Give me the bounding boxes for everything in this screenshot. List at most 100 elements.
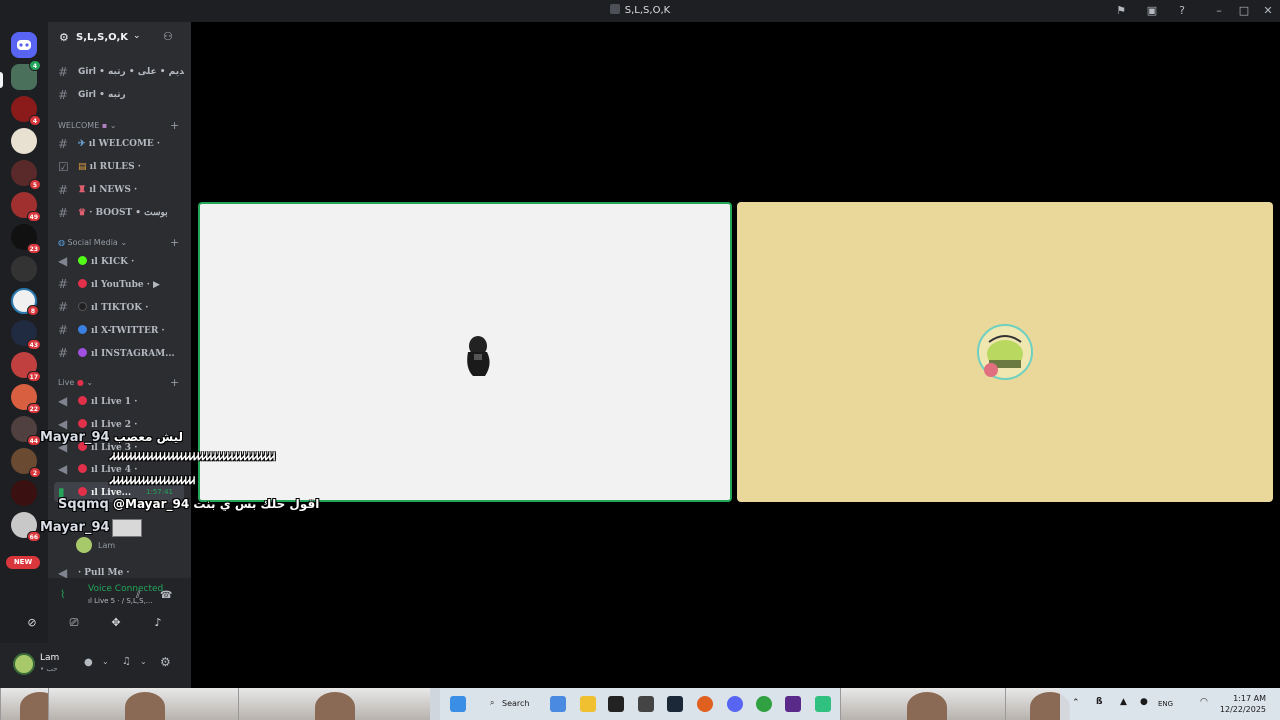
soundboard-icon[interactable]: ♪ bbox=[144, 616, 172, 636]
hash-icon: # bbox=[58, 323, 69, 337]
windows-start-icon[interactable] bbox=[450, 696, 466, 712]
app-icon[interactable] bbox=[638, 696, 654, 712]
headphones-icon[interactable]: ♫ bbox=[122, 656, 131, 667]
server-icon-4[interactable]: 5 bbox=[11, 160, 41, 190]
add-user-icon[interactable]: ⚇ bbox=[163, 30, 173, 43]
overlay-spam-2: ᏗᏗᏗᏗᏗᏗᏗᏗᏗᏗᏗᏗᏗᏗᏗᏗᏗᏗᏗᏗ bbox=[110, 476, 195, 487]
taskbar-search[interactable]: Search bbox=[502, 699, 529, 708]
firefox-icon[interactable] bbox=[697, 696, 713, 712]
channel-welcome[interactable]: # ✈ ıl WELCOME · bbox=[54, 134, 184, 154]
category-social-media[interactable]: ◍ Social Media ⌄ + bbox=[58, 236, 179, 249]
widgets-icon[interactable] bbox=[550, 696, 566, 712]
channel-x-twitter[interactable]: # ıl X-TWITTER · bbox=[54, 320, 184, 340]
channel-top-1[interactable]: #Girl • تقديم • على • رتبه bbox=[54, 62, 184, 82]
chevron-down-icon[interactable]: ⌄ bbox=[140, 657, 147, 666]
noise-suppression-icon[interactable]: ⫽ bbox=[136, 590, 140, 601]
monitor-icon[interactable]: ▣ bbox=[1145, 4, 1159, 18]
chrome-icon[interactable] bbox=[756, 696, 772, 712]
next-icon[interactable] bbox=[785, 696, 801, 712]
server-icon-7[interactable] bbox=[11, 256, 37, 282]
globe-icon: ◍ bbox=[58, 238, 65, 247]
server-icon-12[interactable]: 44 bbox=[11, 416, 41, 446]
microphone-icon[interactable]: ● bbox=[84, 657, 93, 668]
channel-rules[interactable]: ☑ ▤ ıl RULES · bbox=[54, 157, 184, 177]
screen-share-icon[interactable]: ⎚ bbox=[60, 616, 88, 636]
microphone-icon[interactable]: ● bbox=[1140, 697, 1148, 707]
hash-icon: # bbox=[58, 137, 69, 151]
server-icon-9[interactable]: 43 bbox=[11, 320, 41, 350]
voice-status[interactable]: Voice Connected bbox=[40, 584, 163, 594]
add-channel-icon[interactable]: + bbox=[170, 236, 179, 249]
emoji-icon: ♛ bbox=[78, 208, 87, 218]
discord-icon[interactable] bbox=[727, 696, 743, 712]
server-icon-slsok[interactable]: 4 bbox=[11, 60, 41, 90]
channel-live-1[interactable]: ◀ ıl Live 1 · bbox=[54, 391, 184, 411]
minimize-icon[interactable]: – bbox=[1212, 4, 1226, 18]
speaker-icon: ◀ bbox=[58, 394, 68, 408]
channel-top-2[interactable]: # Girl • رتبه bbox=[54, 85, 184, 105]
server-icon-2[interactable]: 4 bbox=[11, 96, 41, 126]
wifi-icon[interactable]: ◠ bbox=[1200, 697, 1208, 707]
settings-gear-icon[interactable]: ⚙ bbox=[160, 655, 171, 669]
chevron-down-icon: ⌄ bbox=[133, 31, 141, 41]
disconnect-icon[interactable]: ☎ bbox=[160, 590, 172, 601]
server-icon-3[interactable] bbox=[11, 128, 37, 154]
channel-news[interactable]: # ♜ ıl NEWS · bbox=[54, 180, 184, 200]
inbox-icon[interactable]: ⚑ bbox=[1114, 4, 1128, 18]
file-explorer-icon[interactable] bbox=[580, 696, 596, 712]
language-indicator[interactable]: ENG bbox=[1158, 700, 1173, 708]
channel-kick[interactable]: ◀ ıl KICK · bbox=[54, 251, 184, 271]
server-icon-11[interactable]: 22 bbox=[11, 384, 41, 414]
server-icon-5[interactable]: 49 bbox=[11, 192, 41, 222]
checkbox-icon: ☑ bbox=[58, 160, 69, 174]
channel-tiktok[interactable]: # ıl TIKTOK · bbox=[54, 297, 184, 317]
close-icon[interactable]: ✕ bbox=[1261, 4, 1275, 18]
network-icon[interactable]: ▲ bbox=[1120, 697, 1127, 707]
server-header[interactable]: ⚙ S,L,S,O,K ⌄ ⚇ bbox=[48, 22, 191, 54]
maximize-icon[interactable]: □ bbox=[1237, 4, 1251, 18]
live-dot-icon: ● bbox=[76, 378, 84, 387]
server-icon-8[interactable]: 8 bbox=[11, 288, 39, 316]
taskbar: ⌕ Search ⌃ ß ▲ ● ENG ◠ 1:17 AM 12/22/2025 bbox=[0, 688, 1280, 720]
participant-tile-lam[interactable] bbox=[737, 202, 1273, 502]
channel-boost[interactable]: # ♛ · BOOST • بوست bbox=[54, 203, 184, 223]
steam-icon[interactable] bbox=[667, 696, 683, 712]
window-title: S,L,S,O,K bbox=[0, 4, 1280, 16]
server-icon bbox=[609, 4, 620, 14]
search-icon[interactable]: ⌕ bbox=[490, 698, 494, 708]
server-icon-10[interactable]: 17 bbox=[11, 352, 41, 382]
server-icon-15[interactable]: 66 bbox=[11, 512, 41, 542]
overlay-message-2: Sqqmq @Mayar_94 اقول حلك بس ي بنت bbox=[58, 497, 320, 512]
voice-member-avatar[interactable] bbox=[76, 537, 92, 553]
user-name[interactable]: Lam bbox=[40, 653, 59, 663]
user-avatar[interactable] bbox=[13, 653, 35, 675]
live-dot-icon bbox=[78, 464, 87, 473]
activities-icon[interactable]: ✥ bbox=[102, 616, 130, 636]
participant-tile-speaking[interactable] bbox=[198, 202, 732, 502]
chevron-up-icon[interactable]: ⌃ bbox=[1072, 698, 1080, 708]
help-icon[interactable]: ? bbox=[1175, 4, 1189, 18]
new-badge[interactable]: NEW bbox=[6, 556, 40, 569]
bluetooth-icon[interactable]: ß bbox=[1096, 697, 1102, 707]
channel-instagram[interactable]: # ıl INSTAGRAM... bbox=[54, 343, 184, 363]
chevron-down-icon[interactable]: ⌄ bbox=[102, 657, 109, 666]
megaphone-icon: ◀ bbox=[58, 254, 68, 268]
app-icon[interactable] bbox=[815, 696, 831, 712]
participant-avatar-lam bbox=[977, 324, 1033, 380]
epic-games-icon[interactable] bbox=[608, 696, 624, 712]
clock[interactable]: 1:17 AM 12/22/2025 bbox=[1220, 693, 1266, 715]
category-welcome[interactable]: WELCOME ▪ ⌄ + bbox=[58, 119, 179, 132]
add-channel-icon[interactable]: + bbox=[170, 119, 179, 132]
category-live[interactable]: Live ● ⌄ + bbox=[58, 376, 179, 389]
channel-youtube[interactable]: # ıl YouTube · ▶ bbox=[54, 274, 184, 294]
server-icon-13[interactable]: 2 bbox=[11, 448, 41, 478]
youtube-icon bbox=[78, 279, 87, 288]
add-channel-icon[interactable]: + bbox=[170, 376, 179, 389]
server-icon-6[interactable]: 23 bbox=[11, 224, 41, 254]
speaker-icon: ◀ bbox=[58, 462, 68, 476]
server-icon-14[interactable] bbox=[11, 480, 37, 506]
emoji-icon: ▤ bbox=[78, 162, 87, 172]
camera-off-icon[interactable]: ⊘ bbox=[18, 616, 46, 636]
discord-home-icon[interactable] bbox=[11, 32, 37, 58]
participant-avatar bbox=[467, 336, 490, 376]
